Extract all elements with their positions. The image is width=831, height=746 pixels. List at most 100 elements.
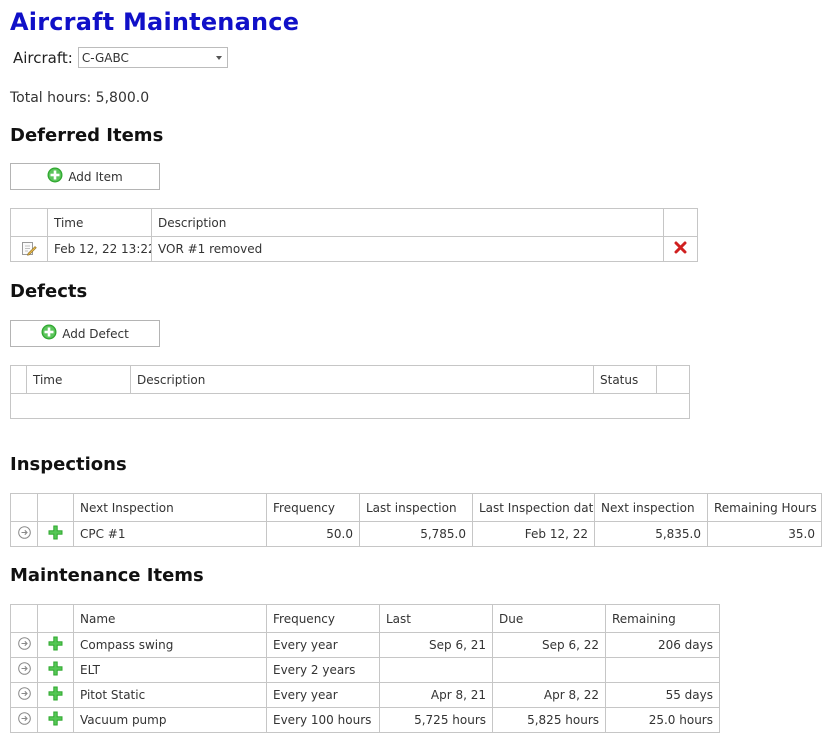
empty-row xyxy=(11,394,690,419)
table-row: Feb 12, 22 13:22VOR #1 removed xyxy=(11,237,698,262)
green-plus-icon[interactable] xyxy=(48,636,63,654)
edit-icon[interactable] xyxy=(21,240,37,259)
inspections-table: Next InspectionFrequencyLast inspectionL… xyxy=(10,493,822,547)
table-header-row: TimeDescription xyxy=(11,209,698,237)
circle-arrow-icon[interactable] xyxy=(18,712,31,728)
green-plus-icon[interactable] xyxy=(48,686,63,704)
green-plus-circle-icon xyxy=(47,167,63,186)
column-header: Remaining xyxy=(606,605,720,633)
inspection-name: CPC #1 xyxy=(74,522,267,547)
circle-arrow-icon[interactable] xyxy=(18,526,31,542)
maintenance-frequency: Every 100 hours xyxy=(267,708,380,733)
column-header: Name xyxy=(74,605,267,633)
inspection-remaining: 35.0 xyxy=(708,522,822,547)
table-row: CPC #150.05,785.0Feb 12, 225,835.035.0 xyxy=(11,522,822,547)
inspections-title: Inspections xyxy=(10,454,127,475)
green-plus-icon[interactable] xyxy=(48,661,63,679)
circle-arrow-icon[interactable] xyxy=(18,687,31,703)
edit-cell[interactable] xyxy=(11,237,48,262)
column-header xyxy=(11,209,48,237)
aircraft-selector-row: Aircraft: C-GABC xyxy=(13,47,228,68)
defects-table: TimeDescriptionStatus xyxy=(10,365,690,419)
column-header xyxy=(11,494,38,522)
column-header: Last Inspection date xyxy=(473,494,595,522)
aircraft-label: Aircraft: xyxy=(13,49,73,67)
inspection-next: 5,835.0 xyxy=(595,522,708,547)
table-row: Compass swingEvery yearSep 6, 21Sep 6, 2… xyxy=(11,633,720,658)
maintenance-remaining: 206 days xyxy=(606,633,720,658)
maintenance-items-table: NameFrequencyLastDueRemaining Compass sw… xyxy=(10,604,720,733)
delete-cell[interactable] xyxy=(664,237,698,262)
column-header xyxy=(11,605,38,633)
page-title: Aircraft Maintenance xyxy=(10,8,299,36)
add-item-button[interactable]: Add Item xyxy=(10,163,160,190)
maintenance-frequency: Every year xyxy=(267,683,380,708)
add-defect-button[interactable]: Add Defect xyxy=(10,320,160,347)
inspection-last-date: Feb 12, 22 xyxy=(473,522,595,547)
table-header-row: NameFrequencyLastDueRemaining xyxy=(11,605,720,633)
column-header xyxy=(38,605,74,633)
maintenance-due xyxy=(493,658,606,683)
table-row: Vacuum pumpEvery 100 hours5,725 hours5,8… xyxy=(11,708,720,733)
maintenance-last: Sep 6, 21 xyxy=(380,633,493,658)
column-header xyxy=(657,366,690,394)
maintenance-remaining xyxy=(606,658,720,683)
add-item-label: Add Item xyxy=(68,170,122,184)
maintenance-name: Compass swing xyxy=(74,633,267,658)
column-header: Remaining Hours xyxy=(708,494,822,522)
deferred-time: Feb 12, 22 13:22 xyxy=(48,237,152,262)
inspection-frequency: 50.0 xyxy=(267,522,360,547)
column-header xyxy=(38,494,74,522)
deferred-items-title: Deferred Items xyxy=(10,125,163,146)
column-header: Status xyxy=(594,366,657,394)
circle-arrow-cell[interactable] xyxy=(11,658,38,683)
maintenance-last xyxy=(380,658,493,683)
deferred-items-table: TimeDescription Feb 12, 22 13:22VOR #1 r… xyxy=(10,208,698,262)
maintenance-frequency: Every 2 years xyxy=(267,658,380,683)
circle-arrow-cell[interactable] xyxy=(11,633,38,658)
circle-arrow-icon[interactable] xyxy=(18,637,31,653)
column-header: Description xyxy=(131,366,594,394)
maintenance-name: ELT xyxy=(74,658,267,683)
aircraft-select-value: C-GABC xyxy=(82,51,129,65)
inspection-last: 5,785.0 xyxy=(360,522,473,547)
circle-arrow-cell[interactable] xyxy=(11,708,38,733)
table-row: ELTEvery 2 years xyxy=(11,658,720,683)
table-header-row: TimeDescriptionStatus xyxy=(11,366,690,394)
column-header: Last inspection xyxy=(360,494,473,522)
column-header: Due xyxy=(493,605,606,633)
column-header: Next Inspection xyxy=(74,494,267,522)
maintenance-due: 5,825 hours xyxy=(493,708,606,733)
green-plus-icon[interactable] xyxy=(48,711,63,729)
add-defect-label: Add Defect xyxy=(62,327,129,341)
aircraft-select[interactable]: C-GABC xyxy=(78,47,228,68)
maintenance-due: Sep 6, 22 xyxy=(493,633,606,658)
defects-title: Defects xyxy=(10,281,87,302)
green-plus-cell[interactable] xyxy=(38,633,74,658)
column-header: Last xyxy=(380,605,493,633)
column-header: Time xyxy=(27,366,131,394)
circle-arrow-cell[interactable] xyxy=(11,683,38,708)
delete-icon[interactable] xyxy=(674,241,687,257)
green-plus-icon[interactable] xyxy=(48,525,63,543)
green-plus-cell[interactable] xyxy=(38,522,74,547)
column-header: Time xyxy=(48,209,152,237)
chevron-down-icon xyxy=(216,56,222,60)
circle-arrow-cell[interactable] xyxy=(11,522,38,547)
green-plus-cell[interactable] xyxy=(38,683,74,708)
green-plus-cell[interactable] xyxy=(38,658,74,683)
maintenance-due: Apr 8, 22 xyxy=(493,683,606,708)
maintenance-items-title: Maintenance Items xyxy=(10,565,204,586)
maintenance-frequency: Every year xyxy=(267,633,380,658)
table-header-row: Next InspectionFrequencyLast inspectionL… xyxy=(11,494,822,522)
table-row: Pitot StaticEvery yearApr 8, 21Apr 8, 22… xyxy=(11,683,720,708)
column-header: Description xyxy=(152,209,664,237)
circle-arrow-icon[interactable] xyxy=(18,662,31,678)
total-hours: Total hours: 5,800.0 xyxy=(10,90,149,106)
maintenance-name: Pitot Static xyxy=(74,683,267,708)
column-header xyxy=(11,366,27,394)
maintenance-remaining: 55 days xyxy=(606,683,720,708)
maintenance-last: 5,725 hours xyxy=(380,708,493,733)
green-plus-cell[interactable] xyxy=(38,708,74,733)
column-header: Frequency xyxy=(267,494,360,522)
